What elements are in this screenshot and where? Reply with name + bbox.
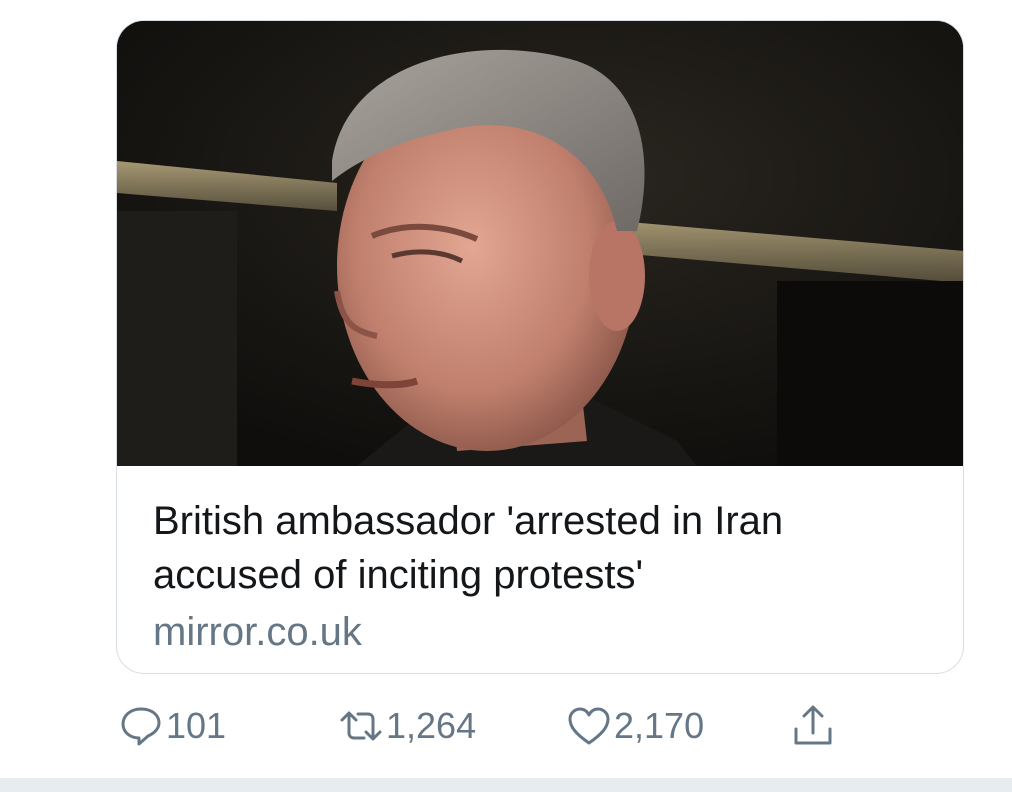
card-image	[117, 21, 963, 466]
tweet-view: British ambassador 'arrested in Iran acc…	[0, 0, 1012, 792]
like-button[interactable]: 2,170	[566, 698, 704, 754]
section-divider	[0, 778, 1012, 792]
heart-icon	[566, 703, 612, 749]
share-button[interactable]	[790, 698, 836, 754]
tweet-actions: 101 1,264 2,170	[114, 698, 874, 754]
link-preview-card[interactable]: British ambassador 'arrested in Iran acc…	[116, 20, 964, 674]
retweet-button[interactable]: 1,264	[338, 698, 476, 754]
card-domain: mirror.co.uk	[153, 610, 362, 654]
reply-button[interactable]: 101	[118, 698, 226, 754]
retweet-icon	[338, 703, 384, 749]
reply-count: 101	[166, 705, 227, 746]
card-photo	[117, 21, 963, 466]
share-icon	[790, 703, 836, 749]
card-text: British ambassador 'arrested in Iran acc…	[117, 466, 963, 673]
card-title: British ambassador 'arrested in Iran acc…	[153, 499, 784, 597]
reply-icon	[118, 703, 164, 749]
like-count: 2,170	[614, 705, 705, 746]
retweet-count: 1,264	[386, 705, 477, 746]
